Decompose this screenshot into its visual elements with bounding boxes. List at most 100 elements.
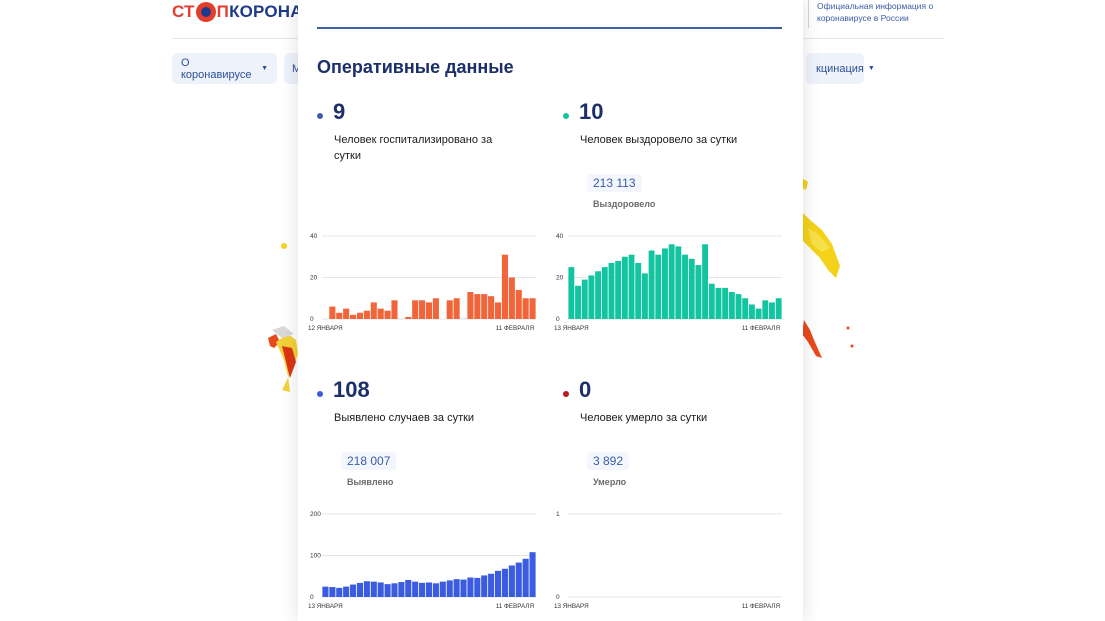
detected-bar [343, 586, 350, 597]
map-fragment-left [268, 243, 298, 392]
hospitalized-bar [522, 298, 529, 319]
hospitalized-chart: 0 20 40 12 ЯНВАРЯ 11 ФЕВРАЛЯ [308, 233, 536, 332]
detected-total: 218 007 [341, 452, 397, 470]
hospitalized-bar [350, 314, 357, 319]
official-info-text: Официальная информация о коронавирусе в … [808, 0, 948, 28]
recovered-bar [615, 260, 622, 319]
hospitalized-bar [343, 308, 350, 319]
hospitalized-count: 9 [333, 99, 346, 124]
recovered-x-start-label: 13 ЯНВАРЯ [554, 325, 589, 332]
died-chart: 0 1 13 ЯНВАРЯ 11 ФЕВРАЛЯ [554, 511, 782, 610]
recovered-bar [668, 244, 675, 319]
detected-desc: Выявлено случаев за сутки [334, 412, 475, 424]
nav-vaccination[interactable]: кцинация ▼ [806, 53, 875, 84]
nav-vaccination-label: кцинация [816, 62, 864, 75]
hospitalized-bar [329, 306, 336, 319]
hospitalized-bar [501, 254, 508, 319]
recovered-bar [682, 254, 688, 319]
detected-dot-icon [317, 391, 323, 397]
detected-bar [488, 573, 495, 597]
detected-bar [529, 552, 536, 597]
hospitalized-desc: Человек госпитализировано за сутки [334, 134, 493, 162]
recovered-bar [769, 302, 775, 319]
recovered-count: 10 [579, 99, 604, 124]
detected-bar [398, 582, 405, 597]
hospitalized-x-start-label: 12 ЯНВАРЯ [308, 325, 343, 332]
recovered-bar [581, 279, 588, 319]
panel-top-rule [317, 27, 782, 29]
detected-bar [363, 581, 370, 597]
died-count: 0 [579, 377, 592, 402]
detected-bar [336, 587, 343, 597]
detected-chart: 0 100 200 13 ЯНВАРЯ 11 ФЕВРАЛЯ [308, 511, 536, 610]
stat-hospitalized: 9 Человек госпитализировано за сутки [317, 99, 547, 199]
died-y-tick-label: 0 [556, 594, 560, 601]
recovered-bar [688, 258, 695, 319]
died-y-tick-label: 1 [556, 511, 560, 518]
hospitalized-y-tick-label: 40 [310, 233, 318, 240]
detected-bar [501, 568, 508, 597]
recovered-bar [708, 283, 715, 319]
recovered-total-label: Выздоровело [593, 199, 656, 209]
detected-bar [446, 580, 453, 597]
recovered-bar [655, 254, 662, 319]
detected-bar [432, 583, 439, 597]
site-logo[interactable]: СТ П КОРОНАВ [172, 2, 315, 22]
hospitalized-bar [515, 289, 522, 319]
nav-about-coronavirus[interactable]: О коронавирусе ▼ [172, 53, 277, 84]
died-desc: Человек умерло за сутки [580, 412, 708, 424]
detected-bar [494, 570, 502, 597]
map-fragment-right [802, 178, 854, 358]
detected-bar [412, 581, 419, 597]
hospitalized-bar [405, 316, 412, 319]
recovered-bar [601, 267, 608, 319]
recovered-bar [675, 246, 682, 319]
recovered-y-tick-label: 20 [556, 275, 564, 282]
logo-text-2: П [216, 2, 230, 21]
chevron-down-icon: ▼ [867, 65, 875, 72]
recovered-bar [641, 273, 648, 319]
detected-y-tick-label: 200 [310, 511, 321, 518]
detected-bar [322, 586, 329, 597]
hospitalized-bar [370, 302, 377, 319]
detected-bar [370, 581, 377, 597]
hospitalized-bar [453, 298, 460, 319]
detected-x-end-label: 11 ФЕВРАЛЯ [496, 603, 535, 610]
recovered-bar [628, 254, 635, 319]
detected-bar [439, 581, 446, 597]
recovered-bar [648, 250, 655, 319]
hospitalized-bar [446, 300, 453, 319]
hospitalized-bar [412, 300, 419, 319]
detected-bar [515, 562, 522, 597]
hospitalized-bar [391, 300, 398, 319]
recovered-bar [695, 265, 702, 319]
recovered-bar [662, 248, 668, 319]
recovered-bar [608, 262, 615, 319]
stat-recovered: 10 Человек выздоровело за сутки 213 113 … [563, 99, 793, 219]
detected-bar [453, 579, 460, 597]
detected-bar [405, 579, 412, 597]
recovered-y-tick-label: 40 [556, 233, 564, 240]
detected-bar [384, 584, 391, 597]
died-total-label: Умерло [593, 477, 627, 487]
recovered-bar [748, 304, 755, 319]
recovered-bar [722, 287, 729, 319]
hospitalized-bar [377, 308, 384, 319]
chevron-down-icon: ▼ [261, 65, 268, 72]
recovered-bar [635, 262, 642, 319]
recovered-bar [728, 292, 735, 319]
recovered-bar [702, 244, 709, 319]
detected-bar [508, 565, 515, 597]
hospitalized-bar [336, 312, 343, 319]
screen: СТ П КОРОНАВ Официальная информация о ко… [0, 0, 1105, 621]
hospitalized-x-end-label: 11 ФЕВРАЛЯ [496, 325, 535, 332]
detected-bar [481, 575, 488, 597]
detected-bar [460, 579, 467, 597]
recovered-x-end-label: 11 ФЕВРАЛЯ [742, 325, 781, 332]
hospitalized-bar [481, 294, 488, 319]
stat-died: 0 Человек умерло за сутки 3 892 Умерло [563, 377, 793, 497]
hospitalized-bar [467, 292, 474, 319]
recovered-bar [588, 275, 595, 319]
detected-y-tick-label: 0 [310, 594, 314, 601]
recovered-bar [742, 298, 749, 319]
